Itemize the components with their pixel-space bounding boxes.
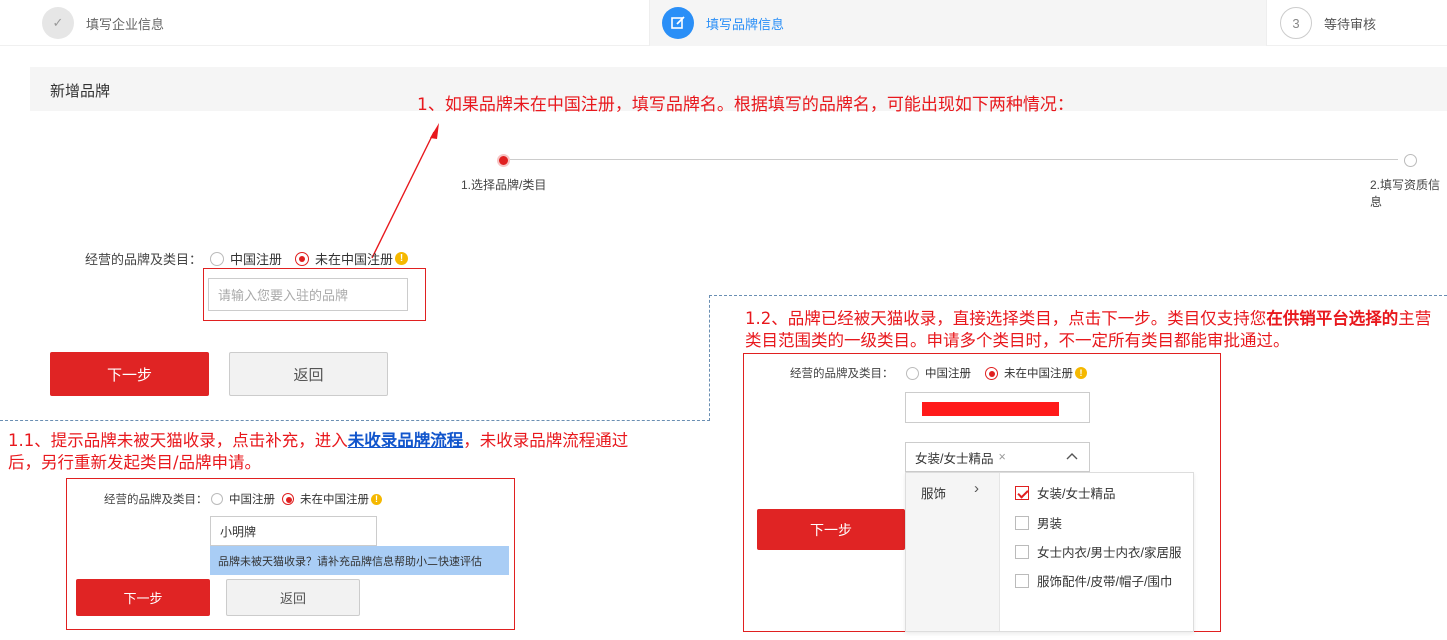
brand-input[interactable]: 请输入您要入驻的品牌 xyxy=(208,278,408,311)
checkbox[interactable] xyxy=(1015,573,1029,588)
warning-icon[interactable]: ! xyxy=(1075,367,1087,379)
radio-china-registered[interactable]: 中国注册 xyxy=(210,249,282,268)
chevron-right-icon: › xyxy=(974,480,979,497)
radio-circle-selected[interactable] xyxy=(295,251,309,266)
category-select[interactable]: 女装/女士精品 × xyxy=(905,442,1090,472)
unlisted-brand-tip[interactable]: 品牌未被天猫收录？请补充品牌信息帮助小二快速评估 xyxy=(210,546,509,575)
brand-category-label: 经营的品牌及类目： xyxy=(85,252,203,267)
radio-china-registered[interactable]: 中国注册 xyxy=(211,491,275,507)
radio-china-registered[interactable]: 中国注册 xyxy=(906,365,971,381)
tag-close-icon[interactable]: × xyxy=(998,450,1005,464)
radio-not-china-registered[interactable]: 未在中国注册! xyxy=(282,491,382,507)
dashed-divider-vertical xyxy=(709,295,710,421)
unlisted-brand-flow-link[interactable]: 未收录品牌流程 xyxy=(348,431,464,450)
category-option[interactable]: 女装/女士精品 xyxy=(1015,483,1115,502)
dashed-divider xyxy=(709,295,1447,296)
selected-tag: 女装/女士精品 xyxy=(915,451,994,466)
category-option[interactable]: 服饰配件/皮带/帽子/围巾 xyxy=(1015,571,1172,590)
checkbox[interactable] xyxy=(1015,515,1029,530)
brand-input[interactable]: 小明牌 xyxy=(210,516,377,546)
next-button[interactable]: 下一步 xyxy=(50,352,209,396)
category-option[interactable]: 女士内衣/男士内衣/家居服 xyxy=(1015,542,1181,561)
back-button[interactable]: 返回 xyxy=(229,352,388,396)
warning-icon[interactable]: ! xyxy=(371,493,382,505)
brand-category-label: 经营的品牌及类目： xyxy=(790,368,894,380)
back-button[interactable]: 返回 xyxy=(226,579,360,616)
category-level1-item[interactable]: 服饰 xyxy=(921,483,946,502)
brand-category-label: 经营的品牌及类目： xyxy=(104,494,208,506)
radio-not-china-registered[interactable]: 未在中国注册! xyxy=(295,249,409,268)
brand-input-redacted[interactable] xyxy=(905,392,1090,423)
next-button[interactable]: 下一步 xyxy=(757,509,905,550)
warning-icon[interactable]: ! xyxy=(395,252,409,265)
chevron-up-icon[interactable] xyxy=(1065,450,1079,467)
annotation-1-1: 1.1、提示品牌未被天猫收录，点击补充，进入未收录品牌流程，未收录品牌流程通过后… xyxy=(8,431,629,472)
radio-circle[interactable] xyxy=(210,251,224,266)
annotation-1-2: 1.2、品牌已经被天猫收录，直接选择类目，点击下一步。类目仅支持您在供销平台选择… xyxy=(745,309,1432,350)
category-option[interactable]: 男装 xyxy=(1015,513,1062,532)
checkbox-checked[interactable] xyxy=(1015,485,1029,500)
category-dropdown: 服饰 › 女装/女士精品 男装 女士内衣/男士内衣/家居服 服饰配件/皮带/帽子… xyxy=(905,472,1194,632)
next-button[interactable]: 下一步 xyxy=(76,579,210,616)
dashed-divider xyxy=(0,420,710,421)
radio-not-china-registered[interactable]: 未在中国注册! xyxy=(985,365,1087,381)
checkbox[interactable] xyxy=(1015,544,1029,559)
redaction-block xyxy=(922,402,1059,416)
category-level1-list: 服饰 › xyxy=(906,473,1000,631)
